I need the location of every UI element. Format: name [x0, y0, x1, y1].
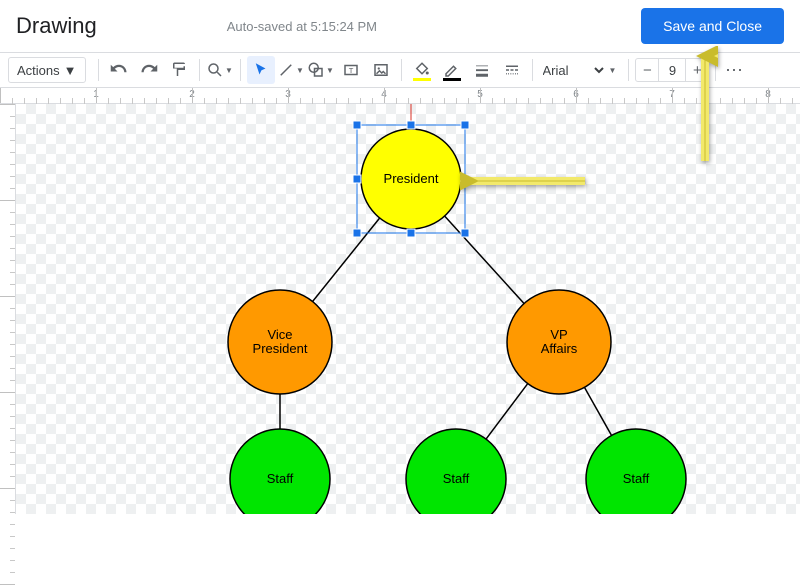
selection-handle[interactable]	[353, 175, 361, 183]
cursor-icon	[252, 61, 270, 79]
ruler-vertical	[0, 104, 16, 514]
border-dash-button[interactable]	[498, 56, 526, 84]
ruler-horizontal: 12345678	[0, 88, 800, 104]
separator	[532, 59, 533, 81]
border-weight-button[interactable]	[468, 56, 496, 84]
shape-tool-button[interactable]: ▼	[307, 56, 335, 84]
textbox-tool-button[interactable]: T	[337, 56, 365, 84]
header: Drawing Auto-saved at 5:15:24 PM Save an…	[0, 0, 800, 52]
selection-handle[interactable]	[461, 229, 469, 237]
select-tool-button[interactable]	[247, 56, 275, 84]
separator	[98, 59, 99, 81]
connector-line[interactable]	[313, 218, 380, 301]
paint-format-button[interactable]	[165, 56, 193, 84]
separator	[401, 59, 402, 81]
node-vp[interactable]: VicePresident	[228, 290, 332, 394]
actions-menu[interactable]: Actions ▼	[8, 57, 86, 83]
connector-line[interactable]	[584, 387, 611, 435]
autosave-status: Auto-saved at 5:15:24 PM	[227, 19, 377, 34]
font-size-value[interactable]: 9	[658, 59, 686, 81]
font-size-increase-button[interactable]: +	[686, 62, 708, 79]
zoom-button[interactable]: ▼	[206, 56, 234, 84]
selection-handle[interactable]	[461, 175, 469, 183]
more-options-button[interactable]: ⋯	[722, 60, 746, 81]
svg-text:T: T	[348, 66, 353, 75]
redo-icon	[140, 61, 158, 79]
fill-bucket-icon	[413, 61, 431, 79]
image-icon	[372, 61, 390, 79]
node-label: Affairs	[541, 341, 578, 356]
line-weight-icon	[473, 61, 491, 79]
caret-down-icon: ▼	[296, 66, 304, 75]
selection-handle[interactable]	[407, 229, 415, 237]
toolbar: Actions ▼ ▼ ▼ ▼ T	[0, 52, 800, 88]
caret-down-icon: ▼	[609, 66, 617, 75]
line-icon	[277, 61, 295, 79]
caret-down-icon: ▼	[64, 63, 77, 78]
border-color-button[interactable]	[438, 56, 466, 84]
node-president[interactable]: President	[361, 129, 461, 229]
drawing-canvas[interactable]: PresidentVicePresidentVPAffairsStaffStaf…	[16, 104, 800, 514]
font-size-decrease-button[interactable]: −	[636, 62, 658, 79]
fill-color-swatch	[413, 78, 431, 81]
selection-handle[interactable]	[407, 121, 415, 129]
line-tool-button[interactable]: ▼	[277, 56, 305, 84]
zoom-icon	[206, 61, 224, 79]
node-label: President	[384, 171, 439, 186]
shape-icon	[307, 61, 325, 79]
textbox-icon: T	[342, 61, 360, 79]
caret-down-icon: ▼	[225, 66, 233, 75]
node-staff2[interactable]: Staff	[406, 429, 506, 514]
font-size-stepper: − 9 +	[635, 58, 709, 82]
separator	[628, 59, 629, 81]
image-tool-button[interactable]	[367, 56, 395, 84]
node-label: VP	[550, 327, 567, 342]
line-dash-icon	[503, 61, 521, 79]
font-family-select[interactable]: Arial	[539, 62, 607, 79]
caret-down-icon: ▼	[326, 66, 334, 75]
node-staff3[interactable]: Staff	[586, 429, 686, 514]
node-label: Staff	[623, 471, 650, 486]
separator	[199, 59, 200, 81]
separator	[715, 59, 716, 81]
paint-roller-icon	[170, 61, 188, 79]
undo-icon	[110, 61, 128, 79]
actions-label: Actions	[17, 63, 60, 78]
connector-line[interactable]	[445, 216, 524, 303]
node-vp_affairs[interactable]: VPAffairs	[507, 290, 611, 394]
node-staff1[interactable]: Staff	[230, 429, 330, 514]
undo-button[interactable]	[105, 56, 133, 84]
node-label: President	[253, 341, 308, 356]
selection-handle[interactable]	[461, 121, 469, 129]
node-label: Vice	[267, 327, 292, 342]
separator	[240, 59, 241, 81]
node-label: Staff	[267, 471, 294, 486]
selection-handle[interactable]	[353, 121, 361, 129]
fill-color-button[interactable]	[408, 56, 436, 84]
selection-handle[interactable]	[353, 229, 361, 237]
pencil-icon	[443, 61, 461, 79]
save-and-close-button[interactable]: Save and Close	[641, 8, 784, 44]
redo-button[interactable]	[135, 56, 163, 84]
border-color-swatch	[443, 78, 461, 81]
node-label: Staff	[443, 471, 470, 486]
connector-line[interactable]	[486, 384, 528, 439]
app-title: Drawing	[16, 13, 97, 39]
